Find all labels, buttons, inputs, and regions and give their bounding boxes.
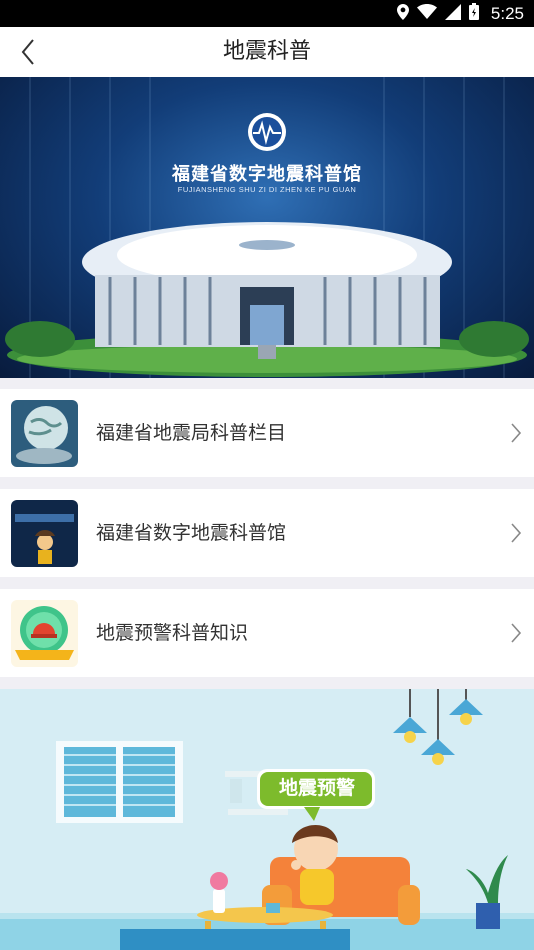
list-item-label: 福建省地震局科普栏目 — [96, 422, 287, 444]
wifi-icon — [416, 4, 437, 23]
warning-bubble-text: 地震预警 — [278, 777, 355, 799]
museum-thumbnail — [11, 500, 78, 567]
chevron-right-icon — [511, 423, 522, 443]
app-bar: 地震科普 — [0, 27, 534, 77]
museum-illustration — [5, 77, 529, 378]
location-icon — [396, 3, 409, 24]
status-icons: 5:25 — [396, 0, 524, 27]
back-button[interactable] — [8, 32, 48, 72]
window — [56, 741, 183, 823]
alarm-thumbnail — [11, 600, 78, 667]
list-item-digital-museum[interactable]: 福建省数字地震科普馆 — [0, 489, 534, 577]
list-item-early-warning[interactable]: 地震预警科普知识 — [0, 589, 534, 677]
signal-icon — [444, 3, 461, 24]
chevron-left-icon — [21, 39, 34, 65]
chevron-right-icon — [511, 523, 522, 543]
battery-icon — [468, 3, 479, 24]
banner-title: 福建省数字地震科普馆 — [172, 164, 362, 185]
logo-emblem — [248, 113, 286, 151]
chevron-right-icon — [511, 623, 522, 643]
lamps — [393, 689, 483, 765]
status-time: 5:25 — [490, 3, 524, 23]
globe-thumbnail — [11, 400, 78, 467]
status-bar: 5:25 — [0, 0, 534, 27]
banner-subtitle: FUJIANSHENG SHU ZI DI ZHEN KE PU GUAN — [177, 185, 357, 194]
list-item-label: 福建省数字地震科普馆 — [96, 522, 287, 544]
list-item-bureau-column[interactable]: 福建省地震局科普栏目 — [0, 389, 534, 477]
page-title: 地震科普 — [222, 39, 311, 64]
banner[interactable]: 福建省数字地震科普馆 FUJIANSHENG SHU ZI DI ZHEN KE… — [0, 77, 534, 378]
room-scene — [0, 689, 534, 950]
list-item-label: 地震预警科普知识 — [96, 622, 249, 644]
warning-illustration[interactable]: 地震预警 — [0, 689, 534, 950]
